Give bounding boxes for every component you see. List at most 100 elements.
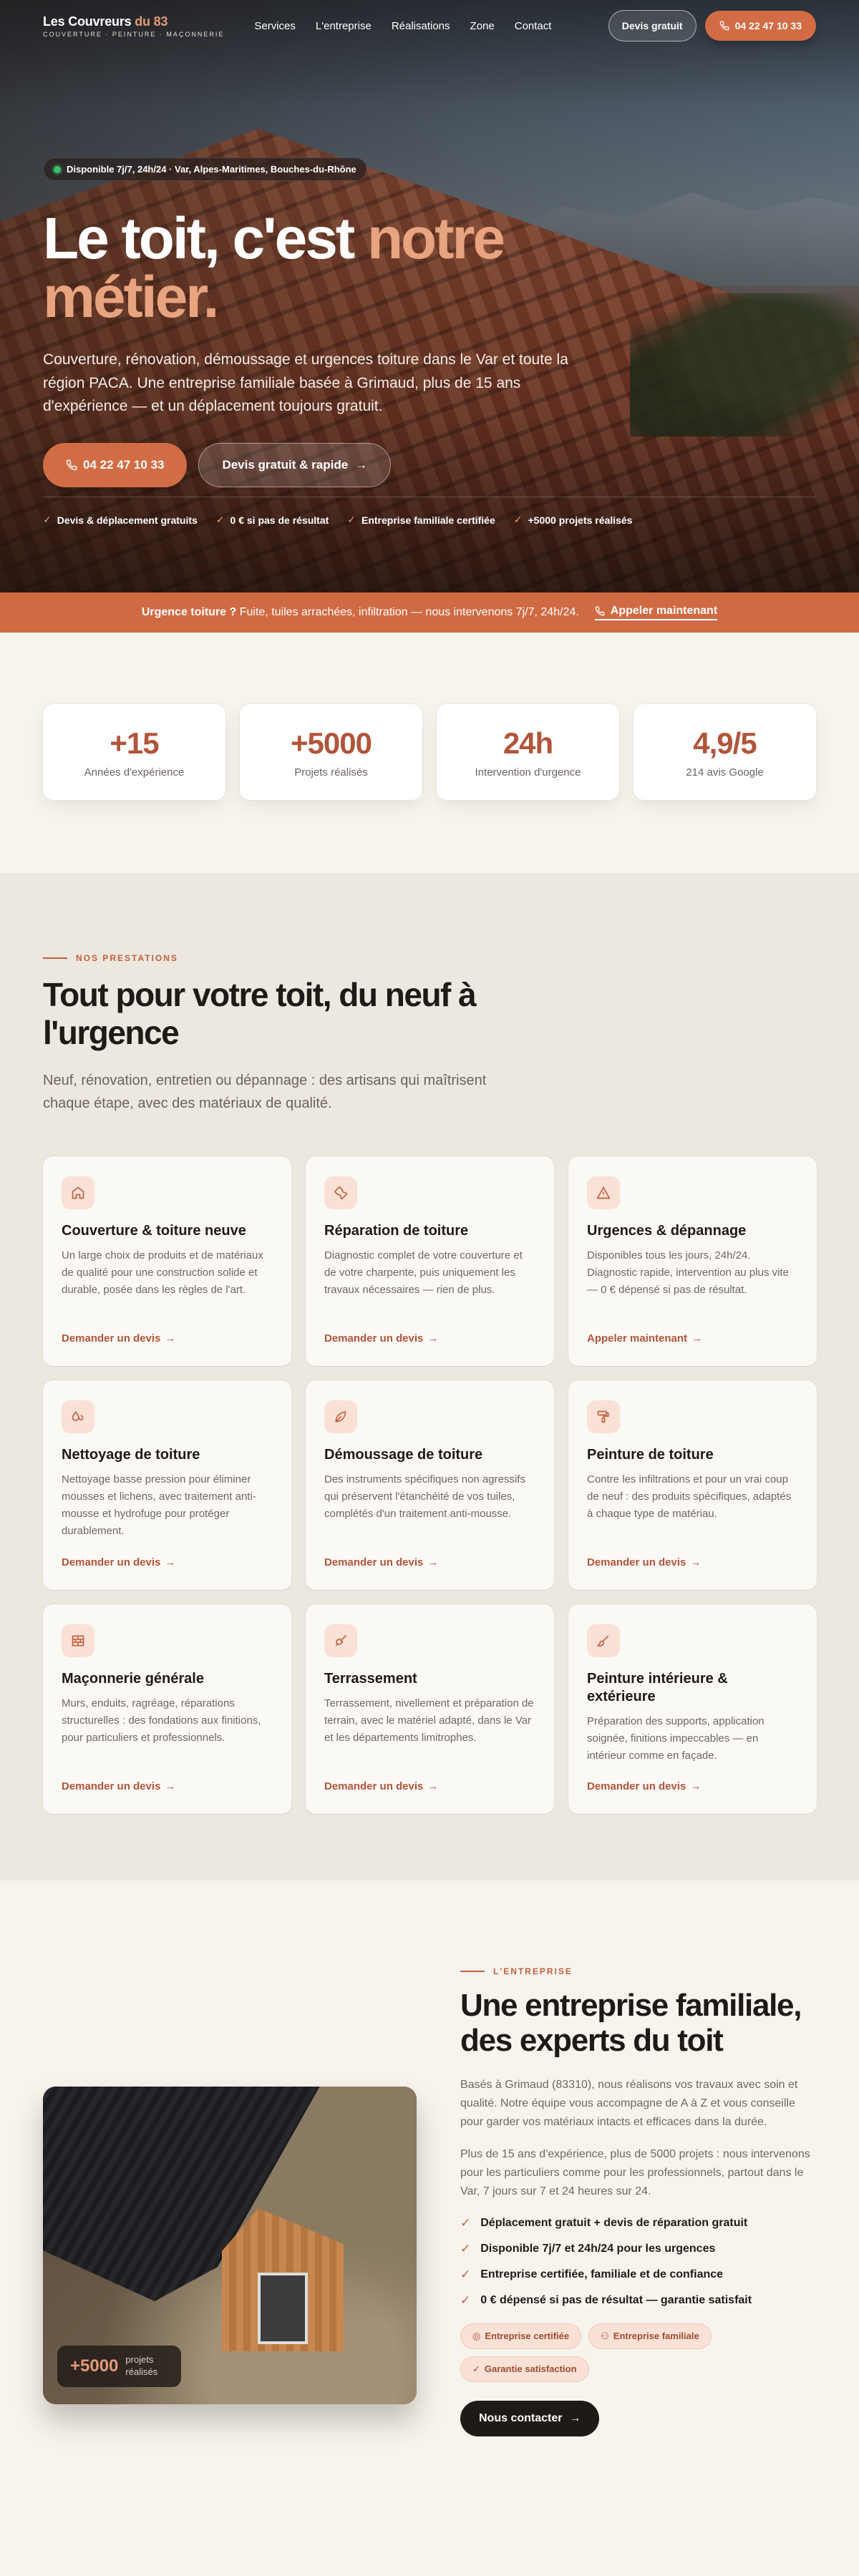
trust-item: ✓ +5000 projets réalisés (514, 514, 633, 526)
urgency-banner: Urgence toiture ? Fuite, tuiles arrachée… (0, 592, 859, 633)
check-icon: ✓ (460, 2267, 471, 2281)
urgency-label: Urgence toiture ? (141, 606, 237, 618)
service-link[interactable]: Demander un devis → (324, 1556, 438, 1568)
checklist-label: Déplacement gratuit + devis de réparatio… (480, 2216, 748, 2229)
service-card[interactable]: Réparation de toiture Diagnostic complet… (306, 1156, 554, 1366)
checklist-item: ✓ Disponible 7j/7 et 24h/24 pour les urge… (460, 2242, 818, 2256)
service-card[interactable]: Maçonnerie générale Murs, enduits, ragré… (43, 1604, 291, 1814)
trust-label: Devis & déplacement gratuits (57, 514, 198, 526)
eyebrow-label: L'ENTREPRISE (493, 1966, 573, 1976)
service-link-label: Demander un devis (62, 1780, 161, 1792)
service-link-label: Demander un devis (62, 1332, 161, 1345)
about-paragraph-2: Plus de 15 ans d'expérience, plus de 500… (460, 2147, 810, 2198)
checklist-item: ✓ Entreprise certifiée, familiale et de c… (460, 2268, 818, 2282)
service-card[interactable]: Urgences & dépannage Disponibles tous le… (568, 1156, 817, 1366)
phone-icon (595, 606, 605, 616)
contact-button-label: Nous contacter (479, 2411, 563, 2424)
service-title: Terrassement (324, 1670, 417, 1687)
service-title: Couverture & toiture neuve (62, 1222, 246, 1239)
photo-window (258, 2273, 308, 2344)
service-card[interactable]: Peinture de toiture Contre les infiltrat… (568, 1380, 817, 1590)
service-text: Contre les infiltrations et pour un vrai… (587, 1473, 792, 1520)
arrow-right-icon: → (691, 1332, 703, 1345)
services-subtitle: Neuf, rénovation, entretien ou dépannage… (43, 1072, 487, 1111)
hero-quote-button[interactable]: Devis gratuit & rapide → (198, 442, 392, 487)
eyebrow-bar (460, 1971, 485, 1972)
checklist-item: ✓ 0 € dépensé si pas de résultat — garant… (460, 2293, 818, 2308)
service-text: Un large choix de produits et de matéria… (62, 1249, 263, 1296)
menu-item-realisations[interactable]: Réalisations (392, 20, 450, 32)
service-link[interactable]: Demander un devis → (587, 1556, 701, 1568)
availability-text: Disponible 7j/7, 24h/24 · Var, Alpes-Mar… (67, 164, 356, 175)
eyebrow-label: NOS PRESTATIONS (76, 953, 178, 963)
urgency-call-link[interactable]: Appeler maintenant (594, 605, 718, 620)
check-icon: ✓ (347, 514, 356, 525)
about-section: +5000 projets réalisés L'ENTREPRISE Une … (0, 1880, 859, 2576)
hero-quote-label: Devis gratuit & rapide (222, 457, 349, 472)
service-card[interactable]: Terrassement Terrassement, nivellement e… (306, 1604, 554, 1814)
service-link-label: Demander un devis (324, 1556, 424, 1568)
menu-item-zone[interactable]: Zone (470, 20, 495, 32)
stat-value: 24h (503, 726, 553, 760)
contact-button[interactable]: Nous contacter → (460, 2400, 600, 2436)
hero-title-accent: notre (367, 206, 505, 271)
nav-actions: Devis gratuit 04 22 47 10 33 (608, 10, 816, 42)
free-quote-button[interactable]: Devis gratuit (608, 10, 697, 42)
service-link[interactable]: Demander un devis → (62, 1780, 175, 1792)
guarantee-pill: ✓ Garantie satisfaction (460, 2356, 589, 2382)
brush-icon (587, 1624, 620, 1657)
trust-item: ✓ Devis & déplacement gratuits (43, 514, 198, 526)
about-text: L'ENTREPRISE Une entreprise familiale, d… (460, 1966, 818, 2436)
service-link-label: Demander un devis (62, 1556, 161, 1568)
service-title: Réparation de toiture (324, 1222, 469, 1239)
service-card[interactable]: Couverture & toiture neuve Un large choi… (43, 1156, 291, 1366)
service-link[interactable]: Demander un devis → (62, 1556, 175, 1568)
hero-call-button[interactable]: 04 22 47 10 33 (43, 442, 188, 487)
phone-icon (719, 21, 729, 31)
hero-cta-group: 04 22 47 10 33 Devis gratuit & rapide → (43, 442, 587, 487)
trust-label: +5000 projets réalisés (528, 514, 633, 526)
service-card[interactable]: Peinture intérieure & extérieure Prépara… (568, 1604, 817, 1814)
stat-label: Années d'expérience (84, 766, 185, 779)
service-title: Peinture intérieure & extérieure (587, 1670, 728, 1704)
check-icon: ✓ (460, 2293, 471, 2307)
about-photo: +5000 projets réalisés (43, 2087, 417, 2404)
paint-roller-icon (587, 1400, 620, 1433)
service-link[interactable]: Demander un devis → (62, 1332, 175, 1345)
service-text: Nettoyage basse pression pour éliminer m… (62, 1473, 256, 1537)
menu-item-entreprise[interactable]: L'entreprise (316, 20, 372, 32)
about-checklist: ✓ Déplacement gratuit + devis de réparati… (460, 2216, 818, 2308)
service-link-label: Demander un devis (587, 1556, 686, 1568)
arrow-right-icon: → (427, 1332, 439, 1345)
service-card[interactable]: Nettoyage de toiture Nettoyage basse pre… (43, 1380, 291, 1590)
brand-tagline: COUVERTURE · PEINTURE · MAÇONNERIE (43, 30, 225, 38)
wrench-icon (324, 1176, 357, 1209)
urgency-text: Fuite, tuiles arrachées, infiltration — … (239, 606, 579, 618)
menu-item-contact[interactable]: Contact (515, 20, 552, 32)
service-link[interactable]: Demander un devis → (324, 1780, 438, 1792)
pill-label: Garantie satisfaction (484, 2363, 577, 2375)
status-dot-icon (54, 165, 61, 173)
checklist-label: 0 € dépensé si pas de résultat — garanti… (480, 2293, 752, 2306)
arrow-right-icon: → (569, 2411, 581, 2424)
stat-label: Projets réalisés (294, 766, 368, 779)
phone-button[interactable]: 04 22 47 10 33 (704, 11, 816, 41)
service-link[interactable]: Demander un devis → (324, 1332, 438, 1345)
service-link-label: Demander un devis (324, 1780, 424, 1792)
service-card[interactable]: Démoussage de toiture Des instruments sp… (306, 1380, 554, 1590)
check-icon: ✓ (513, 514, 523, 525)
check-icon: ✓ (43, 514, 52, 525)
stat-card: +15 Années d'expérience (43, 704, 225, 800)
service-link[interactable]: Appeler maintenant → (587, 1332, 702, 1345)
droplets-icon (62, 1400, 94, 1433)
house-icon (62, 1176, 94, 1209)
site-logo[interactable]: Les Couvreurs du 83 COUVERTURE · PEINTUR… (43, 14, 224, 38)
brand-name: Les Couvreurs (43, 14, 132, 29)
service-link[interactable]: Demander un devis → (587, 1780, 701, 1792)
eyebrow-bar (43, 957, 67, 959)
check-icon: ✓ (215, 514, 225, 525)
menu-item-services[interactable]: Services (254, 20, 296, 32)
checklist-label: Disponible 7j/7 et 24h/24 pour les urgen… (480, 2242, 716, 2255)
stat-card: 24h Intervention d'urgence (437, 704, 619, 800)
stat-value: +5000 (291, 726, 372, 760)
